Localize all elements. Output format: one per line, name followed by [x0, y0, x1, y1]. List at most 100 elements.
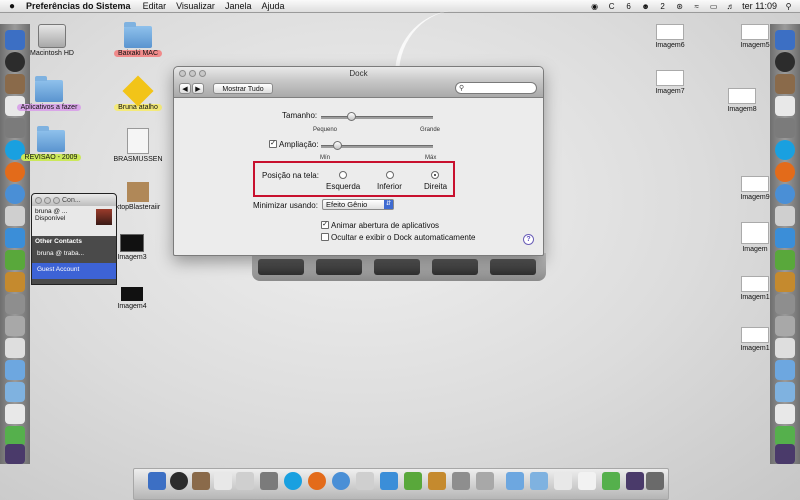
skype-dock-icon[interactable] — [775, 140, 795, 160]
trash-dock-icon[interactable] — [646, 472, 664, 490]
avatar[interactable] — [96, 209, 112, 225]
browser-dock-icon[interactable] — [5, 184, 25, 204]
size-slider-track[interactable] — [321, 116, 433, 119]
doc2-dock-icon[interactable] — [775, 404, 795, 424]
notes-dock-icon[interactable] — [214, 472, 232, 490]
battery-icon[interactable]: ▭ — [708, 2, 719, 11]
app-w-dock-icon[interactable] — [5, 228, 25, 248]
app4-dock-icon[interactable] — [5, 444, 25, 464]
search-input[interactable] — [467, 83, 531, 92]
minimize-effect-select[interactable]: Efeito Gênio ⇵ — [322, 199, 394, 210]
forward-button[interactable]: ▶ — [192, 83, 204, 94]
window-titlebar[interactable]: Dock — [174, 67, 543, 80]
help-button[interactable]: ? — [523, 234, 534, 245]
app-camera-dock-icon[interactable] — [5, 316, 25, 336]
guest-dock-icon[interactable] — [260, 472, 278, 490]
firefox-dock-icon[interactable] — [5, 162, 25, 182]
badge-count-2[interactable]: 2 — [657, 2, 668, 11]
minimize-icon[interactable] — [44, 196, 51, 204]
user-icon[interactable]: ☻ — [640, 2, 651, 11]
menu-ajuda[interactable]: Ajuda — [256, 1, 289, 11]
folder2-dock-icon[interactable] — [5, 382, 25, 402]
wifi-icon[interactable]: ≈ — [691, 2, 702, 11]
app-doc-dock-icon[interactable] — [775, 338, 795, 358]
app4-dock-icon[interactable] — [775, 444, 795, 464]
menu-visualizar[interactable]: Visualizar — [171, 1, 220, 11]
desktop-item-imagem[interactable]: Imagem — [735, 222, 775, 253]
desktop-item-imagem6[interactable]: Imagem6 — [650, 24, 690, 49]
dashboard-dock-icon[interactable] — [5, 52, 25, 72]
desktop-item-blaster[interactable]: ktopBlasteraiir — [110, 182, 166, 211]
apps-dock-icon[interactable] — [236, 472, 254, 490]
desktop-item-aplicativos[interactable]: Aplicativos a fazer — [14, 76, 84, 111]
desktop-item-imagem1b[interactable]: Imagem1 — [735, 327, 775, 352]
app-camera-dock-icon[interactable] — [775, 316, 795, 336]
contact-item-selected[interactable]: Guest Account — [32, 263, 116, 279]
browser-dock-icon[interactable] — [775, 184, 795, 204]
desktop-item-imagem9[interactable]: Imagem9 — [735, 176, 775, 201]
contact-item[interactable]: bruna @ traba... — [32, 247, 116, 263]
contacts-group-header[interactable]: Other Contacts — [32, 236, 116, 247]
animate-checkbox[interactable]: ✓ — [321, 221, 329, 229]
menu-clock[interactable]: ter 11:09 — [742, 1, 777, 11]
desktop-item-imagem4[interactable]: Imagem4 — [110, 287, 154, 310]
app-gray-dock-icon[interactable] — [452, 472, 470, 490]
guest-dock-icon[interactable] — [775, 118, 795, 138]
close-icon[interactable] — [35, 196, 42, 204]
position-right-radio[interactable] — [431, 171, 439, 179]
messages-icon[interactable]: C — [606, 2, 617, 11]
position-bottom-radio[interactable] — [386, 171, 394, 179]
search-field[interactable]: ⚲ — [455, 82, 537, 94]
preview-dock-icon[interactable] — [5, 206, 25, 226]
badge-count-1[interactable]: 6 — [623, 2, 634, 11]
desktop-item-revisao[interactable]: REVISAO - 2009 — [16, 126, 86, 161]
show-all-button[interactable]: Mostrar Tudo — [213, 83, 273, 94]
desktop-item-imagem5[interactable]: Imagem5 — [735, 24, 775, 49]
desktop-item-baixaki[interactable]: Baixaki MAC — [108, 22, 168, 57]
app3-dock-icon[interactable] — [775, 426, 795, 446]
skype-dock-icon[interactable] — [284, 472, 302, 490]
app-green-dock-icon[interactable] — [404, 472, 422, 490]
menu-app-name[interactable]: Preferências do Sistema — [24, 1, 138, 11]
size-slider-knob[interactable] — [346, 112, 356, 121]
firefox-dock-icon[interactable] — [775, 162, 795, 182]
position-left-radio[interactable] — [339, 171, 347, 179]
menu-editar[interactable]: Editar — [138, 1, 172, 11]
dashboard-dock-icon[interactable] — [170, 472, 188, 490]
volume-icon[interactable]: ♬ — [725, 2, 736, 11]
app-orange-dock-icon[interactable] — [775, 272, 795, 292]
preview-dock-icon[interactable] — [775, 206, 795, 226]
folder-dock-icon[interactable] — [775, 360, 795, 380]
photo-dock-icon[interactable] — [192, 472, 210, 490]
browser-dock-icon[interactable] — [332, 472, 350, 490]
app-w-dock-icon[interactable] — [380, 472, 398, 490]
app-w-dock-icon[interactable] — [775, 228, 795, 248]
folder-dock-icon[interactable] — [5, 360, 25, 380]
dashboard-dock-icon[interactable] — [775, 52, 795, 72]
spotlight-dot-icon[interactable]: ◉ — [589, 2, 600, 11]
desktop-item-imagem7[interactable]: Imagem7 — [650, 70, 690, 95]
app3-dock-icon[interactable] — [5, 426, 25, 446]
finder-dock-icon[interactable] — [148, 472, 166, 490]
photo-dock-icon[interactable] — [775, 74, 795, 94]
doc2-dock-icon[interactable] — [578, 472, 596, 490]
app-camera-dock-icon[interactable] — [476, 472, 494, 490]
app-orange-dock-icon[interactable] — [428, 472, 446, 490]
app-orange-dock-icon[interactable] — [5, 272, 25, 292]
apple-menu-icon[interactable]: ● — [0, 1, 24, 12]
app4-dock-icon[interactable] — [626, 472, 644, 490]
desktop-item-brasmussen[interactable]: BRASMUSSEN — [108, 128, 168, 163]
app-gray-dock-icon[interactable] — [5, 294, 25, 314]
desktop-item-bruna-atalho[interactable]: Bruna atalho — [108, 75, 168, 111]
magnification-checkbox[interactable]: ✓ — [269, 140, 277, 148]
app-green-dock-icon[interactable] — [5, 250, 25, 270]
desktop-item-macintosh-hd[interactable]: Macintosh HD — [24, 24, 80, 57]
autohide-checkbox[interactable] — [321, 233, 329, 241]
notes-dock-icon[interactable] — [775, 96, 795, 116]
finder-dock-icon[interactable] — [775, 30, 795, 50]
app-doc-dock-icon[interactable] — [5, 338, 25, 358]
desktop-item-imagem1[interactable]: Imagem1 — [735, 276, 775, 301]
menu-janela[interactable]: Janela — [220, 1, 257, 11]
desktop-item-imagem8[interactable]: Imagem8 — [722, 88, 762, 113]
folder2-dock-icon[interactable] — [775, 382, 795, 402]
